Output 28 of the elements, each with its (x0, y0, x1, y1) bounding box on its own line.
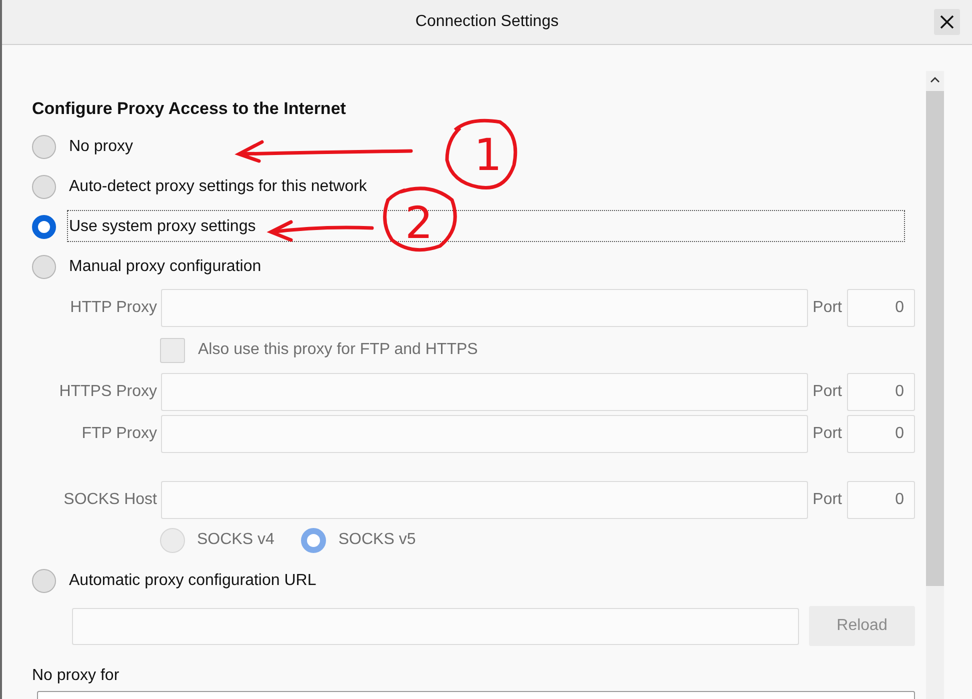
option-label[interactable]: Manual proxy configuration (68, 251, 262, 283)
section-heading: Configure Proxy Access to the Internet (32, 98, 347, 120)
option-label[interactable]: No proxy (68, 131, 134, 163)
annotation-number: 1 (474, 130, 502, 181)
radio-button[interactable] (32, 255, 56, 279)
scroll-thumb[interactable] (926, 91, 944, 586)
annotation-number: 2 (405, 198, 433, 249)
radio-button[interactable] (32, 215, 56, 239)
field-label: SOCKS Host (62, 491, 158, 509)
port-label: Port (812, 383, 842, 401)
port-label: Port (812, 425, 842, 443)
url-field[interactable] (72, 608, 799, 644)
radio-button[interactable] (32, 135, 56, 159)
window-title: Connection Settings (415, 13, 559, 31)
radio-button[interactable] (32, 175, 56, 199)
close-button[interactable] (934, 9, 960, 35)
field-label: No proxy for (32, 666, 120, 686)
port-label: Port (812, 299, 842, 317)
field-label: HTTPS Proxy (58, 383, 158, 401)
option-label[interactable]: Automatic proxy configuration URL (68, 565, 318, 597)
field-label: HTTP Proxy (69, 299, 158, 317)
option-label[interactable]: Auto-detect proxy settings for this network (68, 171, 368, 203)
close-icon (940, 15, 954, 29)
scroll-up-icon[interactable] (930, 77, 940, 83)
field-label: FTP Proxy (80, 425, 158, 443)
scrollbar[interactable] (926, 71, 944, 699)
port-label: Port (812, 491, 842, 509)
radio-button[interactable] (32, 569, 56, 593)
